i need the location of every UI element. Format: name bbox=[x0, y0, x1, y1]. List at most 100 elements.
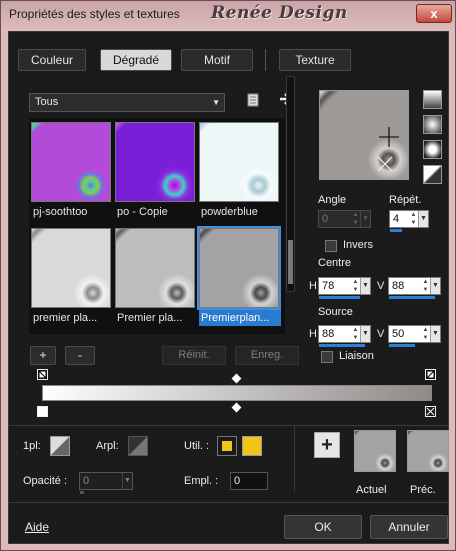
center-v-spinbox[interactable]: 88 ▲ ▼ ▼ bbox=[388, 277, 441, 295]
source-h-slider-fill[interactable] bbox=[319, 344, 365, 347]
opacity-slider-fill[interactable] bbox=[80, 491, 84, 494]
gradient-preview[interactable] bbox=[319, 90, 409, 180]
thumbnail-powderblue[interactable] bbox=[199, 122, 279, 202]
current-gradient-preview[interactable] bbox=[354, 430, 396, 472]
divider bbox=[9, 425, 448, 426]
tab-degrade[interactable]: Dégradé bbox=[100, 49, 172, 71]
spin-arrows-icon[interactable]: ▲ ▼ bbox=[421, 278, 430, 294]
chevron-down-icon: ▼ bbox=[212, 98, 220, 107]
thumbnail-po-copie[interactable] bbox=[115, 122, 195, 202]
use-color-swatch[interactable] bbox=[242, 436, 262, 456]
use-label: Util. : bbox=[184, 440, 210, 452]
first-plane-label: 1pl: bbox=[23, 440, 41, 452]
remove-gradient-button[interactable]: - bbox=[65, 346, 95, 365]
midpoint-top-marker[interactable] bbox=[231, 373, 242, 384]
top-right-stop-marker[interactable] bbox=[425, 369, 436, 380]
thumbnail-label-selected: Premierplan... bbox=[199, 310, 281, 326]
center-h-label: H bbox=[309, 280, 317, 292]
reset-button[interactable]: Réinit. bbox=[162, 346, 226, 365]
midpoint-bottom-marker[interactable] bbox=[231, 402, 242, 413]
add-color-button[interactable]: + bbox=[314, 432, 340, 458]
location-value: 0 bbox=[234, 475, 241, 487]
opacity-spinbox[interactable]: 0 ▼ bbox=[79, 472, 133, 490]
preset-filter-value: Tous bbox=[35, 96, 59, 108]
tab-texture[interactable]: Texture bbox=[279, 49, 351, 71]
close-button[interactable]: x bbox=[416, 4, 452, 23]
thumbnail-label: pj-soothtoo bbox=[33, 206, 88, 218]
opacity-value: 0 bbox=[83, 475, 90, 487]
previous-label: Préc. bbox=[410, 484, 436, 496]
repeat-slider-fill[interactable] bbox=[390, 229, 402, 232]
gradient-thumbnail-grid: pj-soothtoo po - Copie powderblue premie… bbox=[29, 118, 285, 334]
sunburst-style-button[interactable] bbox=[423, 140, 442, 159]
add-gradient-button[interactable]: + bbox=[30, 346, 56, 365]
source-h-spinbox[interactable]: 88 ▲ ▼ ▼ bbox=[318, 325, 371, 343]
current-label: Actuel bbox=[356, 484, 387, 496]
chevron-down-icon[interactable]: ▼ bbox=[122, 473, 132, 489]
watermark-logo: Renée Design bbox=[211, 3, 348, 23]
chevron-down-icon[interactable]: ▼ bbox=[360, 211, 370, 227]
opacity-label: Opacité : bbox=[23, 475, 68, 487]
radial-style-button[interactable] bbox=[423, 165, 442, 184]
invert-label: Invers bbox=[343, 239, 373, 251]
thumbnail-premierplan-selected[interactable] bbox=[197, 226, 281, 310]
spin-arrows-icon[interactable]: ▲ ▼ bbox=[421, 326, 430, 342]
source-v-slider-fill[interactable] bbox=[389, 344, 415, 347]
notebook-icon[interactable] bbox=[245, 93, 261, 109]
tab-motif[interactable]: Motif bbox=[181, 49, 253, 71]
repeat-spinbox[interactable]: 4 ▲ ▼ ▼ bbox=[389, 210, 429, 228]
gradient-bar[interactable] bbox=[42, 385, 432, 401]
top-left-stop-marker[interactable] bbox=[37, 369, 48, 380]
center-h-slider-fill[interactable] bbox=[319, 296, 360, 299]
invert-checkbox[interactable] bbox=[325, 240, 337, 252]
thumbnail-premier-plan-1[interactable] bbox=[31, 228, 111, 308]
angle-spinbox[interactable]: 0 ▲ ▼ ▼ bbox=[318, 210, 371, 228]
bottom-left-stop-marker[interactable] bbox=[37, 406, 48, 417]
background-plane-swatch[interactable] bbox=[128, 436, 148, 456]
source-v-value: 50 bbox=[392, 328, 405, 340]
linear-style-button[interactable] bbox=[423, 90, 442, 109]
use-color-outline-button[interactable] bbox=[217, 436, 237, 456]
scrollbar-thumb[interactable] bbox=[288, 240, 293, 284]
location-input[interactable]: 0 bbox=[230, 472, 268, 490]
thumbnail-scrollbar[interactable] bbox=[286, 76, 295, 292]
thumbnail-premier-plan-2[interactable] bbox=[115, 228, 195, 308]
spin-arrows-icon[interactable]: ▲ ▼ bbox=[409, 211, 418, 227]
thumbnail-label: premier pla... bbox=[33, 312, 98, 324]
tab-couleur[interactable]: Couleur bbox=[18, 49, 86, 71]
cancel-button[interactable]: Annuler bbox=[370, 515, 448, 539]
background-plane-label: Arpl: bbox=[96, 440, 119, 452]
center-v-slider-fill[interactable] bbox=[389, 296, 435, 299]
source-h-value: 88 bbox=[322, 328, 335, 340]
spin-arrows-icon[interactable]: ▲ ▼ bbox=[351, 211, 360, 227]
center-h-spinbox[interactable]: 78 ▲ ▼ ▼ bbox=[318, 277, 371, 295]
link-label: Liaison bbox=[339, 350, 374, 362]
chevron-down-icon[interactable]: ▼ bbox=[360, 278, 370, 294]
center-v-label: V bbox=[377, 280, 385, 292]
rectangular-style-button[interactable] bbox=[423, 115, 442, 134]
thumbnail-label: powderblue bbox=[201, 206, 258, 218]
spin-arrows-icon[interactable]: ▲ ▼ bbox=[351, 278, 360, 294]
preset-filter-dropdown[interactable]: Tous ▼ bbox=[29, 93, 225, 112]
chevron-down-icon[interactable]: ▼ bbox=[430, 326, 440, 342]
link-checkbox[interactable] bbox=[321, 351, 333, 363]
source-v-spinbox[interactable]: 50 ▲ ▼ ▼ bbox=[388, 325, 441, 343]
first-plane-swatch[interactable] bbox=[50, 436, 70, 456]
previous-gradient-preview[interactable] bbox=[407, 430, 449, 472]
tab-separator bbox=[265, 49, 266, 71]
chevron-down-icon[interactable]: ▼ bbox=[430, 278, 440, 294]
source-v-label: V bbox=[377, 328, 385, 340]
spin-arrows-icon[interactable]: ▲ ▼ bbox=[351, 326, 360, 342]
ok-button[interactable]: OK bbox=[284, 515, 362, 539]
thumbnail-label: Premier pla... bbox=[117, 312, 183, 324]
angle-value: 0 bbox=[322, 213, 329, 225]
bottom-right-stop-marker[interactable] bbox=[425, 406, 436, 417]
chevron-down-icon[interactable]: ▼ bbox=[418, 211, 428, 227]
chevron-down-icon[interactable]: ▼ bbox=[360, 326, 370, 342]
save-preset-button[interactable]: Enreg. bbox=[235, 346, 299, 365]
repeat-label: Répét. bbox=[389, 194, 422, 206]
location-label: Empl. : bbox=[184, 475, 219, 487]
thumbnail-pj-soothtoo[interactable] bbox=[31, 122, 111, 202]
help-link[interactable]: Aide bbox=[25, 520, 49, 534]
title-bar[interactable]: Propriétés des styles et textures Renée … bbox=[1, 1, 456, 29]
